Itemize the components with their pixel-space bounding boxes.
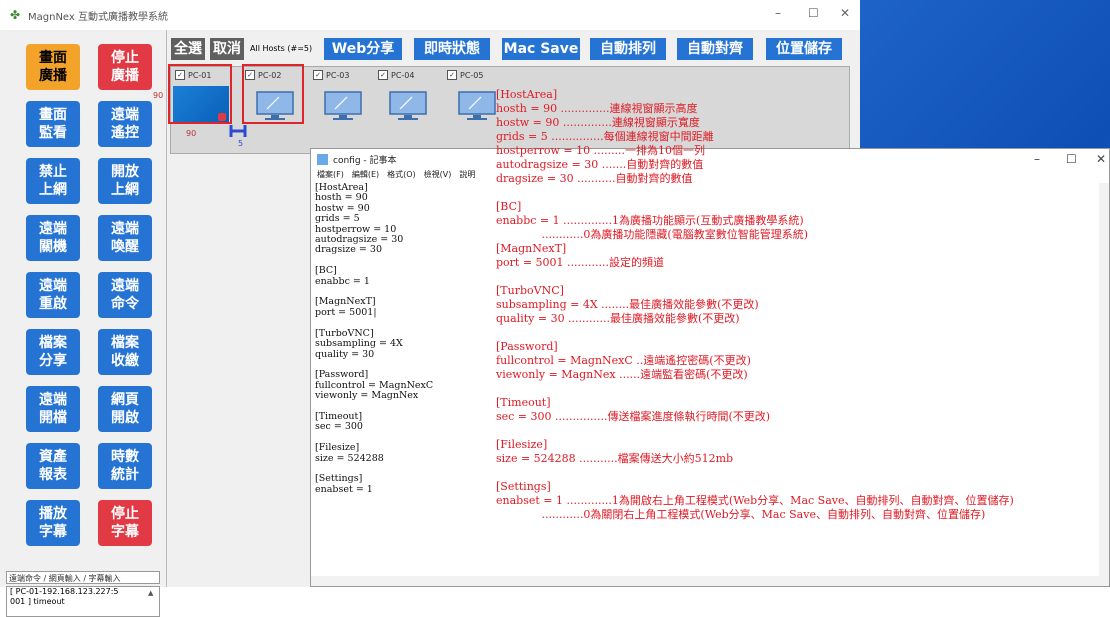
annotation-line: subsampling = 4X ........最佳廣播效能參數(不更改) bbox=[496, 298, 759, 311]
instant-status-button[interactable]: 即時狀態 bbox=[414, 38, 490, 60]
annotation-line: autodragsize = 30 .......自動對齊的數值 bbox=[496, 158, 704, 171]
annotation-line: dragsize = 30 ...........自動對齊的數值 bbox=[496, 172, 693, 185]
annotation-line: sec = 300 ...............傳送檔案進度條執行時間(不更改… bbox=[496, 410, 771, 423]
notepad-text-area[interactable]: [HostArea] hosth = 90 hostw = 90 grids =… bbox=[315, 182, 495, 495]
highlight-pc02 bbox=[242, 64, 304, 124]
annotation-line bbox=[496, 424, 1108, 438]
app-logo-icon: ✤ bbox=[9, 8, 21, 22]
grid-size-label: 5 bbox=[238, 139, 244, 148]
highlight-pc01 bbox=[168, 64, 232, 124]
maximize-button[interactable]: ☐ bbox=[808, 6, 819, 20]
annotation-line: hostperrow = 10 .........一排為10個一列 bbox=[496, 144, 706, 157]
host-name: PC-03 bbox=[326, 70, 350, 80]
menu-help[interactable]: 說明 bbox=[459, 169, 475, 183]
minimize-button[interactable]: – bbox=[775, 6, 781, 20]
annotation-line bbox=[496, 382, 1108, 396]
annotation-line: hosth = 90 ..............連線視窗顯示高度 bbox=[496, 102, 698, 115]
host-width-label: 90 bbox=[186, 129, 197, 138]
auto-align-button[interactable]: 自動對齊 bbox=[677, 38, 753, 60]
sidebar-button[interactable]: 禁止 上網 bbox=[26, 158, 80, 204]
notepad-title: config - 記事本 bbox=[333, 155, 397, 166]
sidebar-button[interactable]: 畫面 廣播 bbox=[26, 44, 80, 90]
host-monitor-icon[interactable] bbox=[386, 90, 440, 120]
sidebar-button[interactable]: 遠端 遙控 bbox=[98, 101, 152, 147]
annotation-line bbox=[496, 326, 1108, 340]
annotation-line: [Timeout] bbox=[496, 396, 551, 409]
log-list[interactable]: [ PC-01-192.168.123.227:5 001 ] timeout … bbox=[6, 586, 160, 617]
host-checkbox[interactable]: ✓ PC-03 bbox=[313, 70, 349, 80]
annotation-line: [MagnNexT] bbox=[496, 242, 567, 255]
menu-format[interactable]: 格式(O) bbox=[387, 169, 416, 183]
command-input-label[interactable]: 遠端命令 / 網頁輸入 / 字幕輸入 bbox=[6, 571, 160, 584]
host-name: PC-05 bbox=[460, 70, 484, 80]
annotation-line: [HostArea] bbox=[496, 88, 558, 101]
annotation-line bbox=[496, 466, 1108, 480]
menu-edit[interactable]: 編輯(E) bbox=[352, 169, 379, 183]
checkbox-icon[interactable]: ✓ bbox=[313, 70, 323, 80]
annotation-line: hostw = 90 ..............連線視窗顯示寬度 bbox=[496, 116, 700, 129]
annotation-line: size = 524288 ...........檔案傳送大小約512mb bbox=[496, 452, 734, 465]
sidebar-button[interactable]: 時數 統計 bbox=[98, 443, 152, 489]
annotation-line: enabset = 1 .............1為開啟右上角工程模式(Web… bbox=[496, 494, 1014, 507]
select-all-button[interactable]: 全選 bbox=[171, 38, 205, 60]
annotation-line: [Settings] bbox=[496, 480, 551, 493]
host-name: PC-04 bbox=[391, 70, 415, 80]
host-monitor-icon[interactable] bbox=[321, 90, 375, 120]
sidebar-button[interactable]: 遠端 開檔 bbox=[26, 386, 80, 432]
sidebar-button[interactable]: 遠端 重啟 bbox=[26, 272, 80, 318]
host-height-label: 90 bbox=[153, 91, 164, 100]
config-annotations: [HostArea] hosth = 90 ..............連線視窗顯… bbox=[496, 88, 1108, 522]
web-share-button[interactable]: Web分享 bbox=[324, 38, 402, 60]
sidebar-button[interactable]: 檔案 分享 bbox=[26, 329, 80, 375]
grid-spacing-icon bbox=[229, 125, 247, 137]
window-title: MagnNex 互動式廣播教學系統 bbox=[28, 11, 168, 23]
annotation-line: [BC] bbox=[496, 200, 522, 213]
horizontal-scrollbar[interactable] bbox=[311, 576, 1109, 586]
annotation-line: ............0為廣播功能隱藏(電腦教室數位智能管理系統) bbox=[496, 228, 808, 241]
annotation-line: [TurboVNC] bbox=[496, 284, 564, 297]
host-checkbox[interactable]: ✓ PC-04 bbox=[378, 70, 414, 80]
annotation-line: [Password] bbox=[496, 340, 558, 353]
scroll-up-icon[interactable]: ▲ bbox=[148, 588, 158, 598]
notepad-menu-bar: 檔案(F) 編輯(E) 格式(O) 檢視(V) 說明 bbox=[311, 169, 475, 183]
annotation-line: ............0為關閉右上角工程模式(Web分享、Mac Save、自… bbox=[496, 508, 986, 521]
sidebar-button[interactable]: 畫面 監看 bbox=[26, 101, 80, 147]
sidebar-button[interactable]: 檔案 收繳 bbox=[98, 329, 152, 375]
sidebar-button[interactable]: 停止 廣播 bbox=[98, 44, 152, 90]
annotation-line bbox=[496, 186, 1108, 200]
annotation-line: viewonly = MagnNex ......遠端監看密碼(不更改) bbox=[496, 368, 748, 381]
sidebar-button[interactable]: 遠端 喚醒 bbox=[98, 215, 152, 261]
sidebar-button[interactable]: 播放 字幕 bbox=[26, 500, 80, 546]
notepad-icon bbox=[317, 153, 328, 165]
sidebar-button[interactable]: 資產 報表 bbox=[26, 443, 80, 489]
title-bar: ✤ MagnNex 互動式廣播教學系統 – ☐ ✕ bbox=[0, 0, 860, 30]
log-line: 001 ] timeout bbox=[10, 597, 65, 606]
sidebar-button[interactable]: 停止 字幕 bbox=[98, 500, 152, 546]
close-button[interactable]: ✕ bbox=[840, 6, 850, 20]
sidebar: 畫面 廣播 停止 廣播 畫面 監看 遠端 遙控 禁止 上網 開放 上網 遠端 關機 遠端 喚醒… bbox=[0, 30, 167, 617]
annotation-line: fullcontrol = MagnNexC ..遠端遙控密碼(不更改) bbox=[496, 354, 751, 367]
cancel-button[interactable]: 取消 bbox=[210, 38, 244, 60]
annotation-line: grids = 5 ...............每個連線視窗中間距離 bbox=[496, 130, 714, 143]
sidebar-button[interactable]: 網頁 開啟 bbox=[98, 386, 152, 432]
host-checkbox[interactable]: ✓ PC-05 bbox=[447, 70, 483, 80]
checkbox-icon[interactable]: ✓ bbox=[378, 70, 388, 80]
auto-arrange-button[interactable]: 自動排列 bbox=[590, 38, 666, 60]
annotation-line: enabbc = 1 ..............1為廣播功能顯示(互動式廣播教… bbox=[496, 214, 804, 227]
menu-file[interactable]: 檔案(F) bbox=[317, 169, 344, 183]
annotation-line bbox=[496, 270, 1108, 284]
mac-save-button[interactable]: Mac Save bbox=[502, 38, 580, 60]
save-position-button[interactable]: 位置儲存 bbox=[766, 38, 842, 60]
menu-view[interactable]: 檢視(V) bbox=[424, 169, 452, 183]
checkbox-icon[interactable]: ✓ bbox=[447, 70, 457, 80]
sidebar-button[interactable]: 開放 上網 bbox=[98, 158, 152, 204]
annotation-line: quality = 30 ............最佳廣播效能參數(不更改) bbox=[496, 312, 740, 325]
sidebar-button[interactable]: 遠端 關機 bbox=[26, 215, 80, 261]
all-hosts-count: All Hosts (#=5) bbox=[250, 44, 313, 53]
annotation-line: [Filesize] bbox=[496, 438, 548, 451]
sidebar-button[interactable]: 遠端 命令 bbox=[98, 272, 152, 318]
log-line: [ PC-01-192.168.123.227:5 bbox=[10, 587, 119, 596]
annotation-line: port = 5001 ............設定的頻道 bbox=[496, 256, 665, 269]
